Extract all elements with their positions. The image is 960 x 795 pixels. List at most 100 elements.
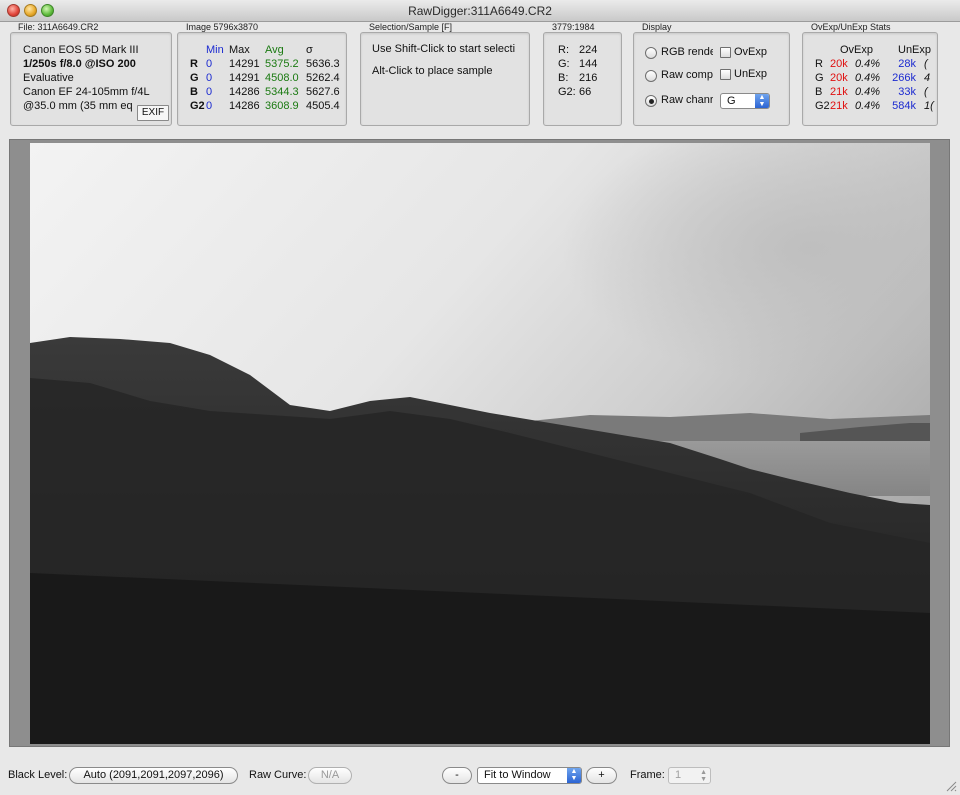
raw-photo-preview[interactable] bbox=[30, 143, 930, 744]
sample-hint: Alt-Click to place sample bbox=[372, 65, 493, 77]
min-value: 0 bbox=[206, 100, 213, 112]
channel-label: B bbox=[190, 86, 198, 98]
zoom-out-button[interactable]: - bbox=[442, 767, 472, 784]
exposure-settings: 1/250s f/8.0 @ISO 200 bbox=[23, 58, 136, 70]
rgb-render-radio[interactable] bbox=[645, 47, 657, 59]
unexp-percent: ( bbox=[924, 58, 928, 70]
channel-select-value: G bbox=[727, 95, 736, 107]
pixel-channel-label: G2: bbox=[558, 86, 576, 98]
max-value: 14286 bbox=[229, 100, 260, 112]
raw-curve-button[interactable]: N/A bbox=[308, 767, 352, 784]
pixel-channel-value: 144 bbox=[579, 58, 598, 70]
max-value: 14286 bbox=[229, 86, 260, 98]
pixel-channel-value: 224 bbox=[579, 44, 598, 56]
focal-length: @35.0 mm (35 mm eq bbox=[23, 100, 133, 112]
select-arrows-icon: ▲ ▼ bbox=[755, 94, 769, 108]
zoom-mode-select[interactable]: Fit to Window ▲ ▼ bbox=[477, 767, 582, 784]
avg-value: 3608.9 bbox=[265, 100, 299, 112]
sigma-value: 5636.3 bbox=[306, 58, 340, 70]
sigma-value: 5627.6 bbox=[306, 86, 340, 98]
channel-select[interactable]: G ▲ ▼ bbox=[720, 93, 770, 109]
ovexp-header: OvExp bbox=[840, 44, 874, 56]
stats-channel-label: R bbox=[815, 58, 823, 70]
ovexp-checkbox[interactable] bbox=[720, 47, 731, 58]
camera-model: Canon EOS 5D Mark III bbox=[23, 44, 139, 56]
ovexp-count: 21k bbox=[830, 100, 848, 112]
frame-value: 1 bbox=[675, 769, 682, 781]
ovexp-percent: 0.4% bbox=[855, 72, 881, 84]
resize-grip-icon[interactable] bbox=[945, 780, 957, 792]
sigma-value: 5262.4 bbox=[306, 72, 340, 84]
pixel-channel-label: G: bbox=[558, 58, 570, 70]
image-viewport[interactable] bbox=[9, 139, 950, 747]
image-stats-panel: Min Max Avg σ R 0 14291 5375.2 5636.3 G … bbox=[177, 32, 347, 126]
raw-channel-label: Raw chanr bbox=[661, 94, 713, 106]
unexp-percent: ( bbox=[924, 86, 928, 98]
stats-channel-label: G bbox=[815, 72, 824, 84]
exposure-stats-panel: OvExp UnExp R 20k 0.4% 28k ( G 20k 0.4% … bbox=[802, 32, 938, 126]
ovexp-count: 20k bbox=[830, 58, 848, 70]
raw-curve-label: Raw Curve: bbox=[249, 769, 307, 781]
unexp-header: UnExp bbox=[898, 44, 932, 56]
selection-panel: Use Shift-Click to start selecti Alt-Cli… bbox=[360, 32, 530, 126]
ovexp-count: 21k bbox=[830, 86, 848, 98]
avg-value: 5344.3 bbox=[265, 86, 299, 98]
image-panel-title: Image 5796x3870 bbox=[186, 22, 259, 32]
avg-header: Avg bbox=[265, 44, 284, 56]
stats-channel-label: B bbox=[815, 86, 823, 98]
unexp-count: 584k bbox=[892, 100, 916, 112]
pixel-values-panel: R: 224 G: 144 B: 216 G2: 66 bbox=[543, 32, 622, 126]
lens-model: Canon EF 24-105mm f/4L bbox=[23, 86, 150, 98]
cursor-coords-title: 3779:1984 bbox=[552, 22, 595, 32]
file-panel-title: File: 311A6649.CR2 bbox=[18, 22, 99, 32]
black-level-label: Black Level: bbox=[8, 769, 68, 781]
raw-channel-radio[interactable] bbox=[645, 95, 657, 107]
frame-select[interactable]: 1 ▲ ▼ bbox=[668, 767, 711, 784]
sigma-header: σ bbox=[306, 44, 313, 56]
title-bar: RawDigger:311A6649.CR2 bbox=[0, 0, 960, 22]
zoom-in-button[interactable]: + bbox=[586, 767, 617, 784]
select-arrows-icon: ▲ ▼ bbox=[700, 769, 707, 783]
channel-label: G bbox=[190, 72, 199, 84]
ovexp-percent: 0.4% bbox=[855, 100, 881, 112]
zoom-mode-value: Fit to Window bbox=[484, 769, 551, 781]
black-level-button[interactable]: Auto (2091,2091,2097,2096) bbox=[69, 767, 238, 784]
select-arrows-icon: ▲ ▼ bbox=[567, 768, 581, 783]
sigma-value: 4505.4 bbox=[306, 100, 340, 112]
unexp-count: 266k bbox=[892, 72, 916, 84]
avg-value: 5375.2 bbox=[265, 58, 299, 70]
metering-mode: Evaluative bbox=[23, 72, 74, 84]
channel-label: G2 bbox=[190, 100, 205, 112]
max-header: Max bbox=[229, 44, 250, 56]
raw-composite-label: Raw comp bbox=[661, 69, 713, 81]
stats-panel-title: OvExp/UnExp Stats bbox=[811, 22, 891, 32]
stats-channel-label: G2 bbox=[815, 100, 830, 112]
max-value: 14291 bbox=[229, 58, 260, 70]
pixel-channel-label: R: bbox=[558, 44, 569, 56]
display-panel-title: Display bbox=[642, 22, 672, 32]
window-title: RawDigger:311A6649.CR2 bbox=[408, 4, 552, 18]
ovexp-percent: 0.4% bbox=[855, 86, 881, 98]
file-info-panel: Canon EOS 5D Mark III 1/250s f/8.0 @ISO … bbox=[10, 32, 172, 126]
selection-panel-title: Selection/Sample [F] bbox=[369, 22, 453, 32]
unexp-count: 33k bbox=[898, 86, 916, 98]
channel-label: R bbox=[190, 58, 198, 70]
avg-value: 4508.0 bbox=[265, 72, 299, 84]
unexp-percent: 4 bbox=[924, 72, 931, 84]
pixel-channel-label: B: bbox=[558, 72, 569, 84]
raw-composite-radio[interactable] bbox=[645, 70, 657, 82]
ovexp-count: 20k bbox=[830, 72, 848, 84]
selection-hint: Use Shift-Click to start selecti bbox=[372, 43, 516, 55]
pixel-channel-value: 216 bbox=[579, 72, 598, 84]
min-header: Min bbox=[206, 44, 224, 56]
exif-button[interactable]: EXIF bbox=[137, 105, 169, 121]
min-value: 0 bbox=[206, 58, 213, 70]
unexp-percent: 1( bbox=[924, 100, 934, 112]
display-panel: RGB rende Raw comp Raw chanr OvExp UnExp… bbox=[633, 32, 790, 126]
min-value: 0 bbox=[206, 72, 213, 84]
frame-label: Frame: bbox=[630, 769, 665, 781]
min-value: 0 bbox=[206, 86, 213, 98]
ovexp-percent: 0.4% bbox=[855, 58, 881, 70]
ovexp-label: OvExp bbox=[734, 46, 768, 58]
unexp-checkbox[interactable] bbox=[720, 69, 731, 80]
